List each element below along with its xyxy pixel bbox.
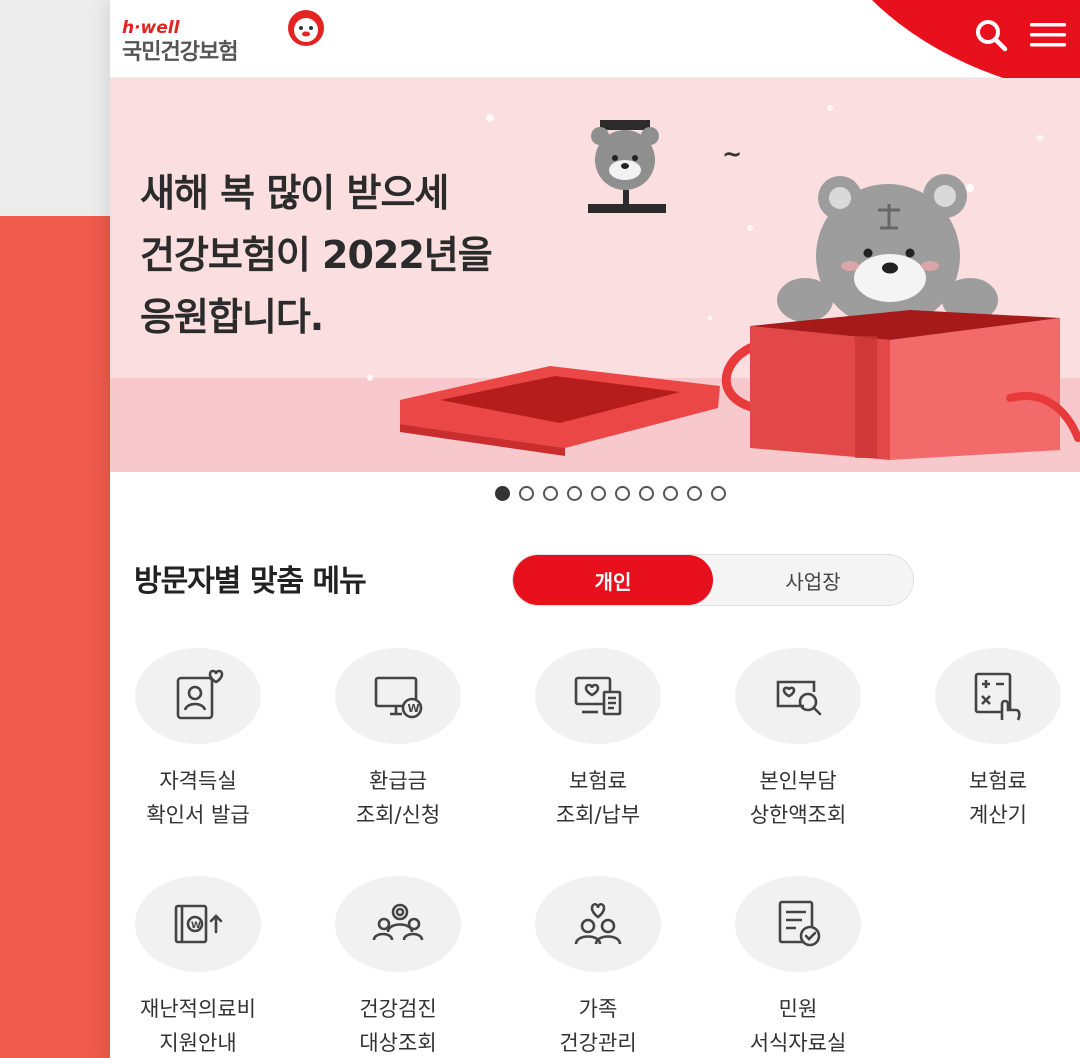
logo-name: 국민건강보험 bbox=[122, 40, 238, 65]
bill-payment-icon bbox=[574, 676, 622, 716]
banner-line-2: 건강보험이 2022년을 bbox=[140, 233, 493, 277]
menu-item-label: 확인서 발급 bbox=[146, 803, 250, 827]
pager-dot[interactable] bbox=[638, 486, 654, 501]
site-header: h·well 국민건강보험 bbox=[110, 0, 1080, 100]
menu-item-catastrophic-medical[interactable]: W 재난적의료비 지원안내 bbox=[110, 876, 298, 1058]
menu-item-label: 지원안내 bbox=[159, 1031, 237, 1055]
pager-dot[interactable] bbox=[566, 486, 582, 501]
banner-line-3: 응원합니다. bbox=[140, 295, 324, 339]
menu-item-qualification[interactable]: 자격득실 확인서 발급 bbox=[110, 648, 298, 832]
backdrop-side bbox=[0, 216, 112, 1058]
certificate-heart-icon bbox=[176, 669, 224, 720]
menu-item-label: 보험료 bbox=[969, 769, 1027, 793]
menu-item-label: 계산기 bbox=[969, 803, 1027, 827]
banner-line-1: 새해 복 많이 받으세 bbox=[140, 171, 449, 215]
menu-item-label: 본인부담 bbox=[759, 769, 837, 793]
document-form-icon bbox=[778, 900, 821, 947]
menu-item-label: 조회/신청 bbox=[355, 803, 441, 827]
banner-headline: 새해 복 많이 받으세 건강보험이 2022년을 응원합니다. bbox=[140, 162, 700, 348]
pager-dot[interactable] bbox=[590, 486, 606, 501]
pager-dot[interactable] bbox=[518, 486, 534, 501]
pager-dot[interactable] bbox=[614, 486, 630, 501]
promo-banner[interactable]: 새해 복 많이 받으세 건강보험이 2022년을 응원합니다. ~ bbox=[110, 78, 1080, 472]
mobile-page: h·well 국민건강보험 새해 복 많이 받으세 건강보험이 2022년을 응… bbox=[110, 0, 1080, 1058]
svg-text:W: W bbox=[408, 702, 420, 715]
menu-item-label: 재난적의료비 bbox=[140, 997, 256, 1021]
pager-dot[interactable] bbox=[686, 486, 702, 501]
medical-support-icon: W bbox=[174, 904, 223, 944]
menu-item-civil-forms[interactable]: 민원 서식자료실 bbox=[698, 876, 898, 1058]
menu-item-label: 서식자료실 bbox=[749, 1031, 847, 1055]
header-actions bbox=[972, 16, 1068, 54]
calculator-icon bbox=[974, 672, 1021, 721]
menu-item-label: 상한액조회 bbox=[749, 803, 847, 827]
section-title: 방문자별 맞춤 메뉴 bbox=[134, 564, 367, 599]
menu-item-label: 민원 bbox=[778, 997, 818, 1021]
menu-item-label: 대상조회 bbox=[359, 1031, 437, 1055]
family-care-icon bbox=[574, 902, 622, 945]
pager-dot[interactable] bbox=[710, 486, 726, 501]
search-card-icon bbox=[776, 680, 822, 716]
menu-item-label: 자격득실 bbox=[159, 769, 237, 793]
tab-personal[interactable]: 개인 bbox=[513, 555, 713, 605]
menu-item-health-checkup[interactable]: 건강검진 대상조회 bbox=[298, 876, 498, 1058]
tab-business[interactable]: 사업장 bbox=[713, 555, 913, 605]
banner-pager bbox=[110, 486, 1080, 501]
menu-item-label: 가족 bbox=[578, 997, 618, 1021]
menu-item-label: 건강검진 bbox=[359, 997, 437, 1021]
people-checkup-icon bbox=[372, 903, 424, 941]
menu-item-refund[interactable]: W 환급금 조회/신청 bbox=[298, 648, 498, 832]
banner-tilde: ~ bbox=[722, 140, 743, 168]
monitor-coin-icon: W bbox=[374, 676, 423, 719]
site-logo[interactable]: h·well 국민건강보험 bbox=[122, 8, 362, 70]
search-icon[interactable] bbox=[972, 16, 1010, 54]
menu-icon[interactable] bbox=[1028, 18, 1068, 52]
menu-item-label: 조회/납부 bbox=[555, 803, 641, 827]
pager-dot[interactable] bbox=[662, 486, 678, 501]
svg-text:W: W bbox=[191, 921, 201, 931]
pager-dot[interactable] bbox=[494, 486, 510, 501]
pager-dot[interactable] bbox=[542, 486, 558, 501]
menu-item-family-health[interactable]: 가족 건강관리 bbox=[498, 876, 698, 1058]
mascot-logo-icon bbox=[288, 10, 324, 46]
menu-item-premium-payment[interactable]: 보험료 조회/납부 bbox=[498, 648, 698, 832]
menu-item-copayment-limit[interactable]: 본인부담 상한액조회 bbox=[698, 648, 898, 832]
visitor-type-toggle: 개인 사업장 bbox=[512, 554, 914, 606]
menu-item-premium-calculator[interactable]: 보험료 계산기 bbox=[898, 648, 1080, 832]
menu-item-label: 건강관리 bbox=[559, 1031, 637, 1055]
menu-item-label: 환급금 bbox=[369, 769, 427, 793]
menu-item-label: 보험료 bbox=[569, 769, 627, 793]
